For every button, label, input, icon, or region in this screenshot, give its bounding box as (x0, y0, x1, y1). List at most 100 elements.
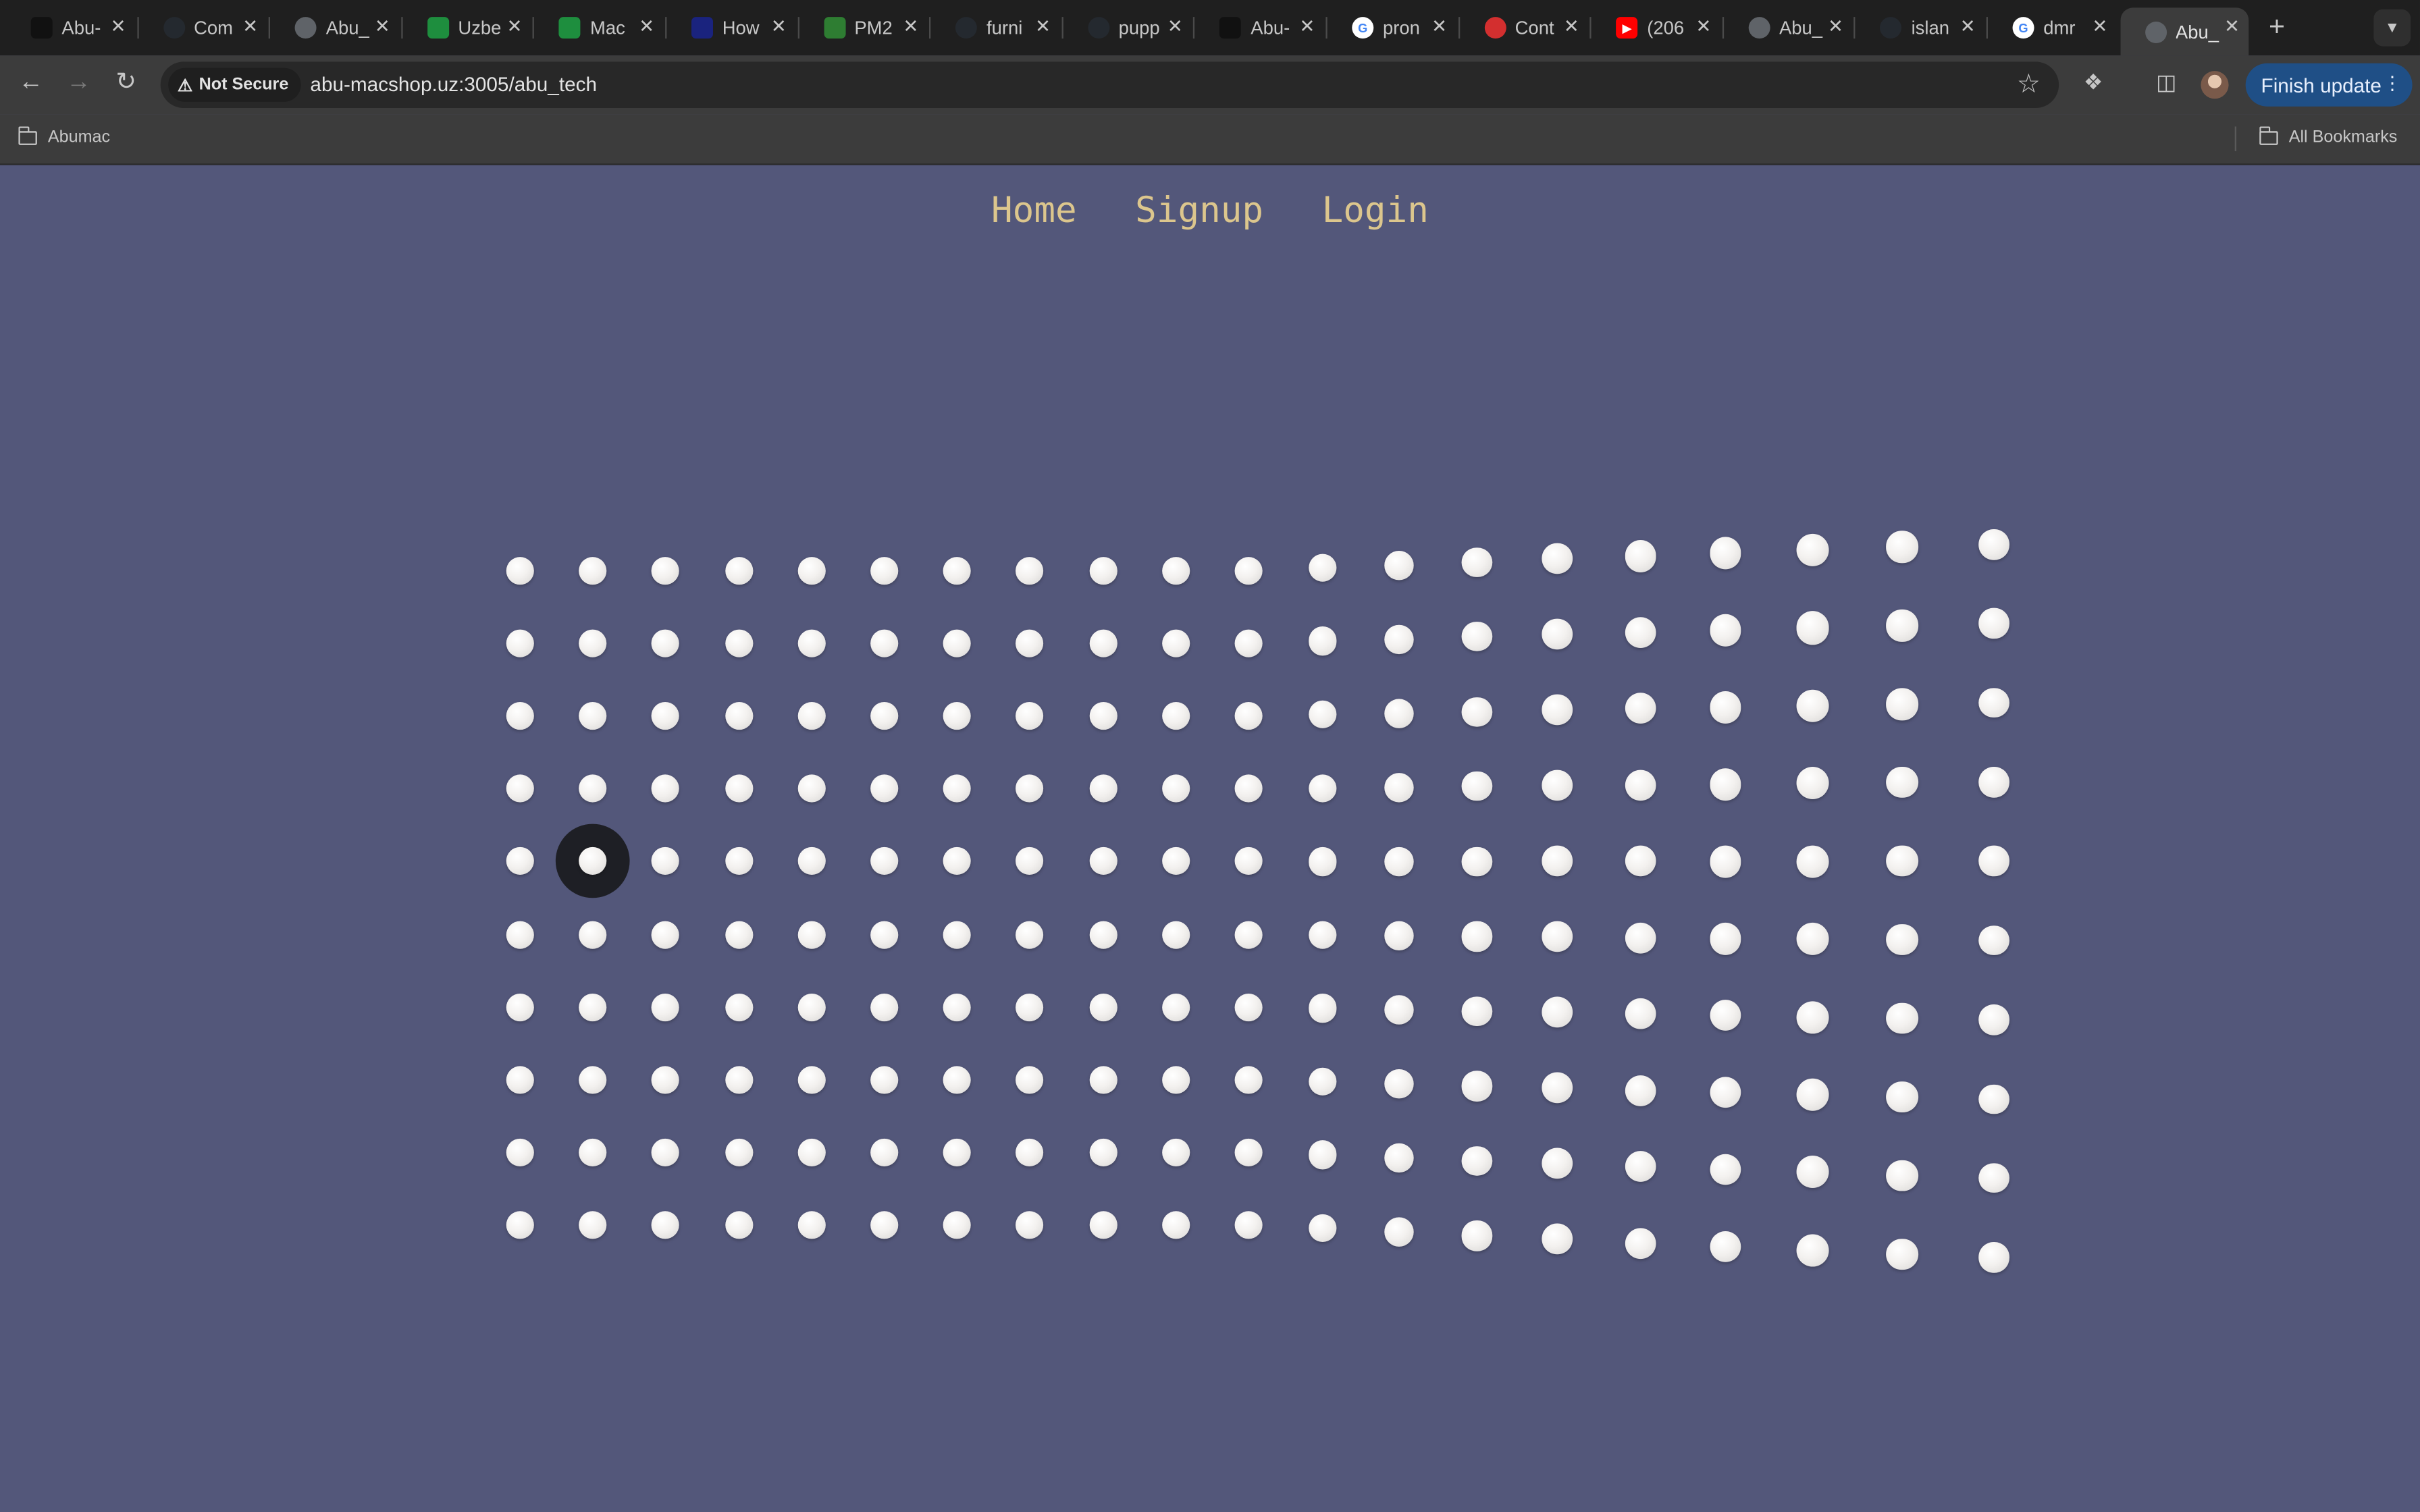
grid-dot[interactable] (1234, 702, 1263, 730)
grid-dot[interactable] (1308, 847, 1337, 876)
grid-dot[interactable] (1161, 1138, 1190, 1166)
grid-dot[interactable] (1384, 772, 1413, 802)
grid-dot[interactable] (1462, 996, 1492, 1027)
grid-dot[interactable] (1542, 770, 1573, 801)
grid-dot[interactable] (1542, 1148, 1573, 1179)
grid-dot[interactable] (1088, 993, 1117, 1021)
grid-dot[interactable] (652, 775, 680, 803)
grid-dot[interactable] (1234, 1211, 1263, 1239)
grid-dot[interactable] (1709, 1154, 1741, 1186)
grid-dot[interactable] (1886, 923, 1918, 956)
grid-dot[interactable] (579, 993, 607, 1021)
grid-dot[interactable] (1542, 921, 1573, 952)
grid-dot[interactable] (1161, 920, 1190, 948)
grid-dot[interactable] (1542, 846, 1573, 877)
grid-dot[interactable] (1088, 1065, 1117, 1094)
grid-dot[interactable] (1709, 691, 1741, 724)
grid-dot[interactable] (579, 775, 607, 803)
grid-dot[interactable] (1796, 1234, 1829, 1267)
grid-dot[interactable] (1308, 1214, 1337, 1243)
grid-dot[interactable] (1016, 702, 1045, 730)
grid-dot[interactable] (506, 920, 534, 948)
grid-dot[interactable] (870, 920, 899, 948)
grid-dot[interactable] (797, 993, 826, 1021)
grid-dot[interactable] (797, 629, 826, 657)
grid-dot[interactable] (1234, 775, 1263, 803)
grid-dot[interactable] (579, 1065, 607, 1094)
grid-dot[interactable] (1308, 626, 1337, 656)
grid-dot[interactable] (1462, 846, 1492, 877)
grid-dot[interactable] (506, 557, 534, 585)
grid-dot[interactable] (1886, 610, 1918, 642)
grid-dot[interactable] (1796, 1000, 1829, 1033)
grid-dot[interactable] (1384, 1217, 1413, 1247)
grid-dot[interactable] (943, 775, 972, 803)
grid-dot[interactable] (943, 1065, 972, 1094)
grid-dot[interactable] (1796, 612, 1829, 645)
grid-dot[interactable] (1886, 531, 1918, 563)
grid-dot[interactable] (652, 557, 680, 585)
grid-dot[interactable] (1088, 847, 1117, 875)
grid-dot[interactable] (725, 1211, 753, 1239)
grid-dot[interactable] (1625, 1227, 1656, 1259)
grid-dot[interactable] (1234, 993, 1263, 1021)
grid-dot[interactable] (1016, 920, 1045, 948)
grid-dot[interactable] (1016, 1211, 1045, 1239)
grid-dot[interactable] (506, 1138, 534, 1166)
grid-dot[interactable] (1886, 688, 1918, 720)
grid-dot[interactable] (1088, 1138, 1117, 1166)
grid-dot[interactable] (1088, 557, 1117, 585)
grid-dot[interactable] (652, 1138, 680, 1166)
grid-dot[interactable] (797, 557, 826, 585)
grid-dot[interactable] (1462, 547, 1492, 577)
grid-dot[interactable] (652, 847, 680, 875)
grid-dot[interactable] (1384, 1069, 1413, 1099)
grid-dot[interactable] (1088, 1211, 1117, 1239)
grid-dot[interactable] (1462, 772, 1492, 802)
grid-dot[interactable] (943, 702, 972, 730)
grid-dot[interactable] (1709, 537, 1741, 569)
grid-dot[interactable] (1308, 1067, 1337, 1096)
grid-dot[interactable] (1308, 774, 1337, 803)
grid-dot[interactable] (870, 1211, 899, 1239)
grid-dot[interactable] (506, 847, 534, 875)
grid-dot[interactable] (797, 920, 826, 948)
grid-dot[interactable] (725, 557, 753, 585)
grid-dot[interactable] (943, 920, 972, 948)
dot-grid[interactable] (0, 0, 2420, 1512)
grid-dot[interactable] (1709, 1231, 1741, 1263)
grid-dot[interactable] (870, 702, 899, 730)
grid-dot[interactable] (870, 557, 899, 585)
grid-dot[interactable] (870, 1138, 899, 1166)
grid-dot[interactable] (1462, 1220, 1492, 1251)
grid-dot[interactable] (1886, 767, 1918, 799)
grid-dot[interactable] (1625, 998, 1656, 1030)
grid-dot[interactable] (506, 1065, 534, 1094)
grid-dot[interactable] (797, 847, 826, 875)
grid-dot[interactable] (725, 993, 753, 1021)
grid-dot[interactable] (1978, 1242, 2009, 1273)
grid-dot[interactable] (1796, 533, 1829, 567)
grid-dot[interactable] (943, 629, 972, 657)
grid-dot[interactable] (1088, 920, 1117, 948)
grid-dot[interactable] (943, 993, 972, 1021)
grid-dot[interactable] (870, 629, 899, 657)
grid-dot[interactable] (1625, 1151, 1656, 1183)
grid-dot[interactable] (943, 557, 972, 585)
grid-dot[interactable] (1161, 775, 1190, 803)
grid-dot[interactable] (1384, 624, 1413, 654)
grid-dot[interactable] (1161, 629, 1190, 657)
grid-dot[interactable] (797, 1138, 826, 1166)
grid-dot[interactable] (1462, 921, 1492, 952)
grid-dot[interactable] (652, 993, 680, 1021)
grid-dot[interactable] (579, 1138, 607, 1166)
grid-dot[interactable] (1978, 1083, 2009, 1114)
grid-dot[interactable] (579, 920, 607, 948)
grid-dot[interactable] (725, 702, 753, 730)
grid-dot[interactable] (1016, 775, 1045, 803)
grid-dot[interactable] (1886, 1081, 1918, 1113)
grid-dot[interactable] (1542, 619, 1573, 650)
grid-dot[interactable] (1625, 845, 1656, 878)
grid-dot[interactable] (1016, 993, 1045, 1021)
grid-dot[interactable] (1709, 768, 1741, 801)
